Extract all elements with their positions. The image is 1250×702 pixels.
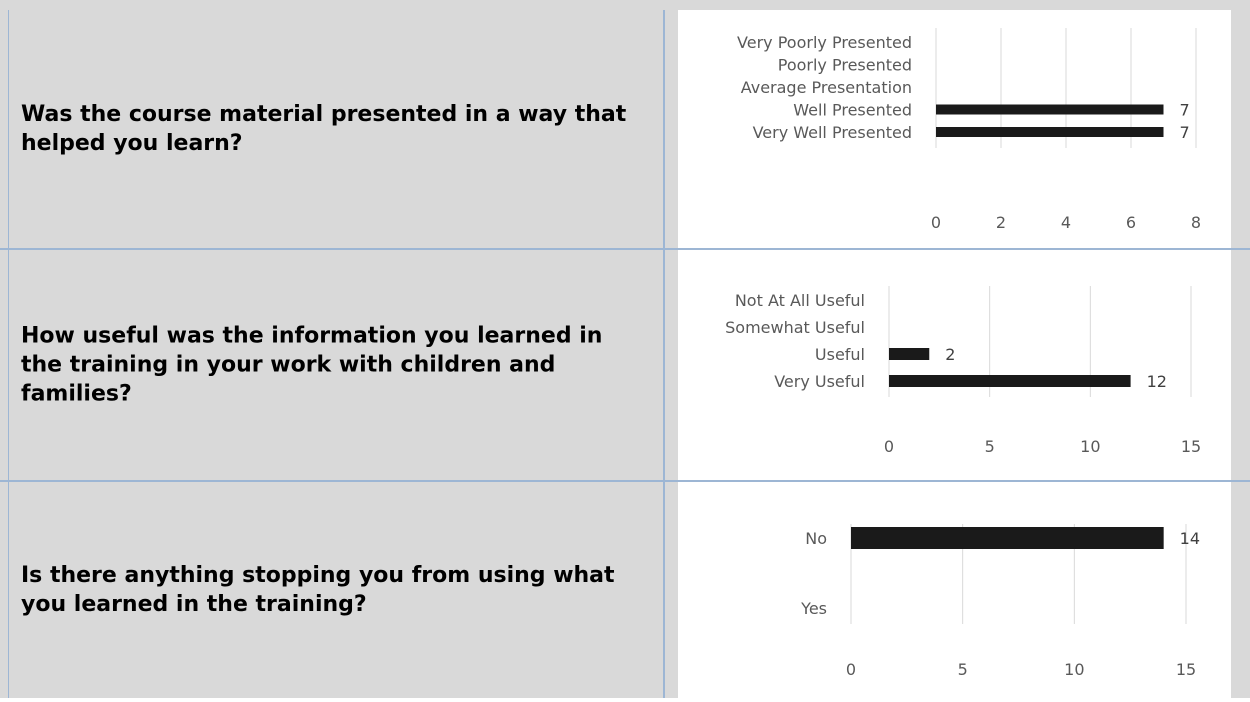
category-label: Yes <box>800 599 827 618</box>
tick-label: 5 <box>958 660 968 679</box>
category-label: Average Presentation <box>741 78 912 97</box>
bar <box>889 375 1131 387</box>
question-cell: Was the course material presented in a w… <box>8 10 662 248</box>
survey-row-usefulness: How useful was the information you learn… <box>0 250 1250 480</box>
column-divider <box>663 10 665 248</box>
category-label: Very Poorly Presented <box>737 33 912 52</box>
tick-label: 5 <box>985 437 995 456</box>
category-label: Somewhat Useful <box>725 318 865 337</box>
tick-label: 0 <box>931 213 941 232</box>
category-label: Poorly Presented <box>778 56 912 75</box>
tick-label: 15 <box>1181 437 1201 456</box>
question-text: How useful was the information you learn… <box>21 323 603 407</box>
chart-cell: Very Poorly Presented Poorly Presented Ave… <box>678 10 1231 248</box>
tick-label: 0 <box>846 660 856 679</box>
tick-label: 10 <box>1064 660 1084 679</box>
category-label: No <box>805 529 827 548</box>
bar <box>936 127 1164 137</box>
tick-label: 2 <box>996 213 1006 232</box>
question-cell: How useful was the information you learn… <box>8 250 662 480</box>
chart-cell: Not At All Useful Somewhat Useful Useful 2 V… <box>678 250 1231 480</box>
barriers-bar-chart: No 14 Yes 0 5 10 15 <box>800 524 1200 679</box>
survey-row-presentation: Was the course material presented in a w… <box>0 10 1250 248</box>
presentation-bar-chart: Very Poorly Presented Poorly Presented Ave… <box>737 28 1201 232</box>
column-divider <box>663 482 665 698</box>
question-text: Is there anything stopping you from usin… <box>21 563 615 617</box>
tick-label: 0 <box>884 437 894 456</box>
tick-label: 10 <box>1080 437 1100 456</box>
usefulness-bar-chart: Not At All Useful Somewhat Useful Useful 2 V… <box>725 286 1201 456</box>
bar <box>936 104 1164 115</box>
bar <box>851 527 1164 549</box>
category-label: Not At All Useful <box>735 291 865 310</box>
category-label: Useful <box>815 345 865 364</box>
category-label: Very Useful <box>774 372 865 391</box>
data-label: 7 <box>1180 123 1190 142</box>
survey-table: Was the course material presented in a w… <box>0 0 1250 698</box>
survey-row-barriers: Is there anything stopping you from usin… <box>0 482 1250 698</box>
category-label: Well Presented <box>793 101 912 120</box>
data-label: 7 <box>1180 101 1190 120</box>
chart-cell: No 14 Yes 0 5 10 15 <box>678 482 1231 698</box>
data-label: 2 <box>945 345 955 364</box>
column-divider <box>663 250 665 480</box>
tick-label: 6 <box>1126 213 1136 232</box>
tick-label: 8 <box>1191 213 1201 232</box>
question-text: Was the course material presented in a w… <box>21 102 627 156</box>
tick-label: 4 <box>1061 213 1071 232</box>
tick-label: 15 <box>1176 660 1196 679</box>
bar <box>889 348 930 360</box>
question-cell: Is there anything stopping you from usin… <box>8 482 662 698</box>
category-label: Very Well Presented <box>753 123 912 142</box>
data-label: 12 <box>1147 372 1167 391</box>
data-label: 14 <box>1180 529 1200 548</box>
